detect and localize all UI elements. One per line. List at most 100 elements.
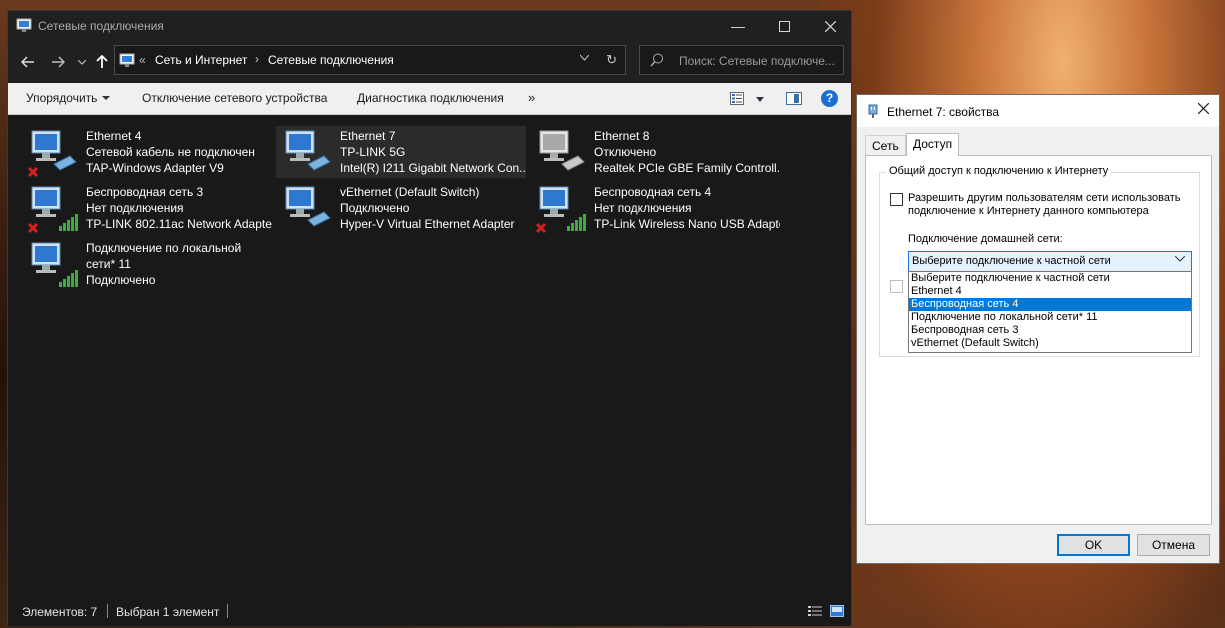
dialog-titlebar: Ethernet 7: свойства (857, 95, 1219, 127)
connection-adapter: Hyper-V Virtual Ethernet Adapter (340, 217, 515, 231)
connection-wireless-3[interactable]: Беспроводная сеть 3 Нет подключения TP-L… (22, 182, 272, 234)
search-icon (650, 53, 663, 67)
connection-status: Нет подключения (594, 201, 692, 215)
maximize-button[interactable] (761, 11, 807, 41)
connection-name: Беспроводная сеть 3 (86, 185, 204, 199)
connection-ethernet-8[interactable]: Ethernet 8 Отключено Realtek PCIe GBE Fa… (530, 126, 780, 178)
diagnose-button[interactable]: Диагностика подключения (357, 91, 504, 105)
search-input[interactable]: Поиск: Сетевые подключе... (679, 54, 835, 68)
arrow-up-icon (96, 55, 108, 68)
home-network-dropdown-list: Выберите подключение к частной сети Ethe… (908, 271, 1192, 353)
navigation-bar: « Сеть и Интернет › Сетевые подключения … (8, 41, 851, 83)
forward-button[interactable] (48, 53, 68, 71)
dropdown-option[interactable]: Ethernet 4 (909, 285, 1191, 298)
connection-status: Отключено (594, 145, 657, 159)
connection-adapter: Realtek PCIe GBE Family Controll... (594, 161, 780, 175)
ok-button[interactable]: OK (1057, 534, 1130, 556)
wireless-adapter-icon (31, 242, 78, 287)
network-adapter-disconnected-icon (27, 130, 77, 178)
command-bar: Упорядочить Отключение сетевого устройст… (8, 83, 851, 115)
network-connections-window: Сетевые подключения — « Сеть и Интернет … (7, 10, 852, 626)
dropdown-option-highlighted[interactable]: Беспроводная сеть 4 (909, 298, 1191, 311)
connection-name: Беспроводная сеть 4 (594, 185, 712, 199)
tab-sharing[interactable]: Доступ (906, 133, 960, 156)
network-adapter-disabled-icon (539, 130, 585, 171)
dialog-close-button[interactable] (1197, 101, 1210, 119)
close-icon (1197, 102, 1210, 115)
view-options-caret-icon[interactable] (756, 97, 764, 102)
connection-adapter: Intel(R) I211 Gigabit Network Con... (340, 161, 526, 175)
minimize-button[interactable]: — (715, 11, 761, 41)
preview-pane-icon[interactable] (786, 92, 802, 105)
disable-device-button[interactable]: Отключение сетевого устройства (142, 91, 327, 105)
internet-sharing-group: Общий доступ к подключению к Интернету Р… (879, 165, 1200, 357)
breadcrumb-network-connections[interactable]: Сетевые подключения (268, 53, 394, 67)
connection-ethernet-7[interactable]: Ethernet 7 TP-LINK 5G Intel(R) I211 Giga… (276, 126, 526, 178)
chevron-down-icon (1175, 256, 1185, 262)
back-button[interactable] (18, 53, 38, 71)
search-box[interactable]: Поиск: Сетевые подключе... (639, 45, 844, 75)
connection-ethernet-4[interactable]: Ethernet 4 Сетевой кабель не подключен T… (22, 126, 272, 178)
allow-control-checkbox[interactable] (890, 280, 903, 293)
change-view-icon[interactable] (730, 92, 744, 105)
wireless-adapter-disconnected-icon (535, 186, 586, 234)
dropdown-option[interactable]: vEthernet (Default Switch) (909, 337, 1191, 350)
home-network-select-value: Выберите подключение к частной сети (912, 255, 1111, 267)
group-label: Общий доступ к подключению к Интернету (886, 165, 1112, 177)
connection-status: Нет подключения (86, 201, 184, 215)
connection-name: Ethernet 7 (340, 129, 396, 143)
dropdown-option[interactable]: Беспроводная сеть 3 (909, 324, 1191, 337)
dialog-title: Ethernet 7: свойства (887, 105, 1000, 119)
up-button[interactable] (92, 53, 112, 71)
connection-vethernet[interactable]: vEthernet (Default Switch) Подключено Hy… (276, 182, 526, 234)
connection-name: Подключение по локальной (86, 241, 242, 255)
connection-name: Ethernet 4 (86, 129, 142, 143)
breadcrumb-network-internet[interactable]: Сеть и Интернет (155, 53, 247, 67)
window-titlebar: Сетевые подключения — (8, 11, 851, 41)
status-bar: Элементов: 7 Выбран 1 элемент (8, 600, 851, 626)
sharing-panel: Общий доступ к подключению к Интернету Р… (865, 155, 1212, 525)
status-separator (227, 604, 228, 618)
window-title: Сетевые подключения (38, 19, 164, 33)
allow-sharing-label[interactable]: Разрешить другим пользователям сети испо… (908, 192, 1193, 218)
connection-wireless-4[interactable]: Беспроводная сеть 4 Нет подключения TP-L… (530, 182, 780, 234)
connection-adapter: TP-LINK 802.11ac Network Adapter (86, 217, 272, 231)
organize-button[interactable]: Упорядочить (26, 91, 111, 105)
selected-count: Выбран 1 элемент (116, 605, 220, 619)
item-count: Элементов: 7 (22, 605, 98, 619)
refresh-icon[interactable]: ↻ (606, 52, 617, 68)
chevron-down-icon (78, 59, 86, 65)
network-adapter-icon (285, 186, 331, 227)
arrow-right-icon (52, 56, 65, 68)
network-folder-icon (119, 53, 135, 67)
close-button[interactable] (807, 11, 853, 41)
dropdown-option[interactable]: Подключение по локальной сети* 11 (909, 311, 1191, 324)
chevron-down-icon[interactable] (580, 55, 589, 61)
dropdown-option[interactable]: Выберите подключение к частной сети (909, 272, 1191, 285)
connection-adapter: TAP-Windows Adapter V9 (86, 161, 224, 175)
arrow-left-icon (21, 56, 34, 68)
ethernet-7-properties-dialog: Ethernet 7: свойства Сеть Доступ Общий д… (856, 94, 1220, 564)
connection-name: Ethernet 8 (594, 129, 650, 143)
close-icon (824, 20, 836, 32)
recent-locations-button[interactable] (72, 53, 92, 71)
minimize-icon: — (731, 18, 745, 34)
connection-local-11[interactable]: Подключение по локальной сети* 11 Подклю… (22, 238, 272, 290)
cancel-button[interactable]: Отмена (1137, 534, 1210, 556)
network-folder-icon (16, 18, 32, 32)
tab-network[interactable]: Сеть (865, 135, 906, 155)
allow-sharing-checkbox[interactable] (890, 193, 903, 206)
connection-name-continued: сети* 11 (86, 257, 131, 271)
connection-status: TP-LINK 5G (340, 145, 406, 159)
breadcrumb-separator-icon[interactable]: › (255, 52, 259, 66)
home-network-select[interactable]: Выберите подключение к частной сети (908, 251, 1192, 272)
details-view-icon[interactable] (808, 605, 822, 618)
breadcrumb-overflow-icon[interactable]: « (139, 53, 146, 67)
connection-status: Подключено (340, 201, 410, 215)
connection-name: vEthernet (Default Switch) (340, 185, 480, 199)
large-icons-view-icon[interactable] (830, 605, 844, 618)
caret-down-icon (102, 96, 111, 100)
address-bar[interactable]: « Сеть и Интернет › Сетевые подключения … (114, 45, 626, 75)
more-commands-button[interactable]: » (528, 90, 535, 105)
help-icon[interactable]: ? (821, 90, 838, 107)
